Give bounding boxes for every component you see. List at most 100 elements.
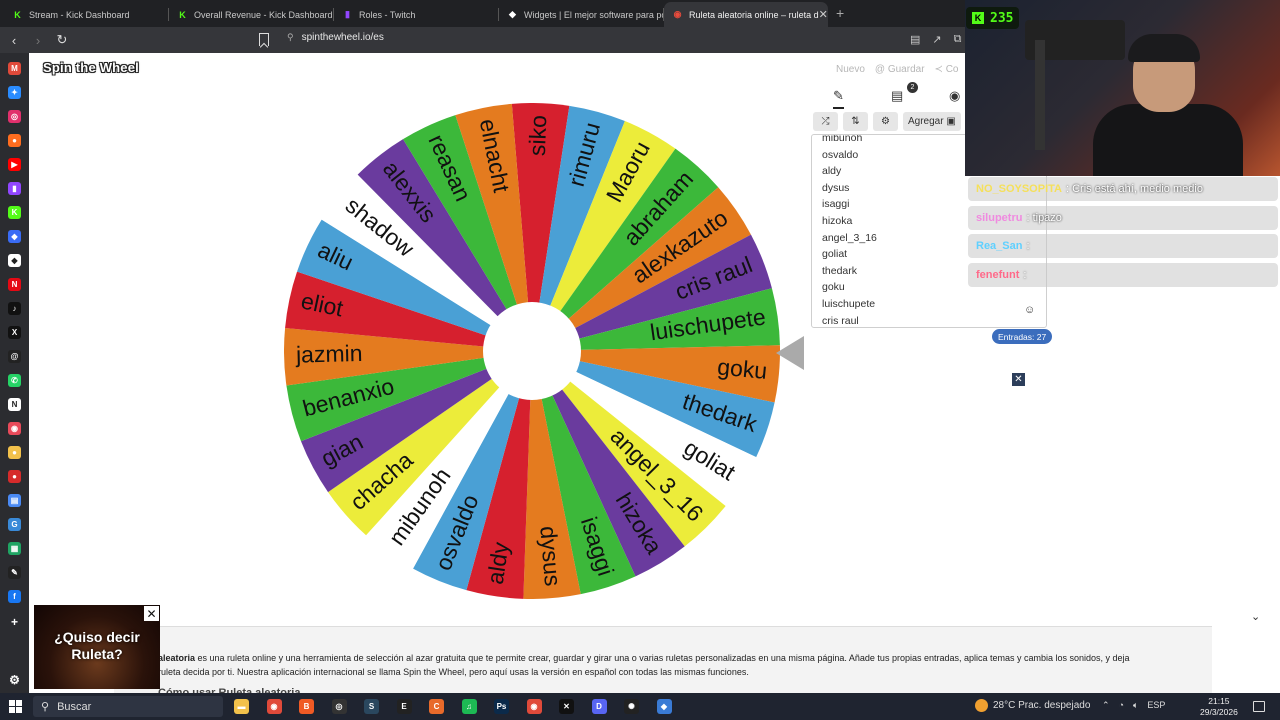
image-icon: ▣ — [946, 116, 956, 127]
discord-icon[interactable]: D — [591, 699, 607, 714]
chat-username: Rea_San — [976, 240, 1023, 252]
share-icon[interactable]: ↗ — [932, 33, 941, 46]
entries-toolbar: ⤮ ⇅ ⚙ Agregar ▣ — [813, 112, 961, 131]
browser-tab[interactable]: K Stream - Kick Dashboard — [4, 2, 169, 27]
streamlabs-icon[interactable]: ◆ — [8, 254, 21, 267]
app-red2-icon[interactable]: ● — [8, 470, 21, 483]
site-logo[interactable]: Spin the Wheel — [43, 60, 139, 75]
reload-button[interactable]: ↻ — [52, 32, 72, 48]
photoshop-icon[interactable]: Ps — [494, 699, 509, 714]
browser-tab[interactable]: ◉ Ruleta aleatoria online – ruleta d ✕ — [664, 2, 828, 27]
app-orange-icon[interactable]: ● — [8, 134, 21, 147]
ad-close-button[interactable]: ✕ — [144, 606, 159, 621]
steam-icon[interactable]: S — [364, 699, 379, 714]
site-info-icon[interactable]: ⚲ — [287, 32, 294, 42]
wheel-graphic[interactable]: siko rimuruMaoruabrahamalexkazutocris rau… — [284, 103, 780, 599]
kick-icon[interactable]: K — [8, 206, 21, 219]
whatsapp-icon[interactable]: ✆ — [8, 374, 21, 387]
notion-icon[interactable]: N — [8, 398, 21, 411]
ad-banner[interactable]: ¿Quiso decir Ruleta? — [34, 605, 160, 689]
app-dark-icon[interactable]: ✎ — [8, 566, 21, 579]
threads-icon[interactable]: @ — [8, 350, 21, 363]
clock[interactable]: 21:15 29/3/2026 — [1200, 696, 1238, 718]
entry-line: luischupete — [822, 298, 876, 310]
chevron-down-icon[interactable]: ⌄ — [1251, 610, 1260, 623]
docs-icon[interactable]: ▤ — [8, 494, 21, 507]
sort-icon: ⇅ — [851, 116, 860, 127]
save-link[interactable]: @ Guardar — [875, 64, 925, 75]
app-red-icon[interactable]: ◉ — [8, 422, 21, 435]
shuffle-icon: ⤮ — [821, 116, 830, 127]
twitch-icon[interactable]: ▮ — [8, 182, 21, 195]
hide-tab-eye-icon[interactable]: ◉ — [949, 88, 960, 104]
entry-line: cris raul — [822, 314, 859, 327]
youtube-icon[interactable]: ▶ — [8, 158, 21, 171]
netflix-icon[interactable]: N — [8, 278, 21, 291]
app-yellow-icon[interactable]: ● — [8, 446, 21, 459]
chrome2-icon[interactable]: ◉ — [526, 699, 542, 714]
weather-widget[interactable]: 28°C Prac. despejado — [975, 699, 1090, 712]
new-tab-button[interactable]: + — [836, 5, 844, 21]
notification-icon[interactable] — [1253, 701, 1265, 712]
entry-line: angel_3_16 — [822, 231, 877, 244]
back-button[interactable]: ‹ — [4, 33, 24, 48]
search-icon: ⚲ — [41, 701, 50, 713]
url-field[interactable]: ⚲ spinthewheel.io/es — [287, 32, 384, 43]
app-orange-icon[interactable]: C — [429, 699, 444, 714]
tiktok-icon[interactable]: ♪ — [8, 302, 21, 315]
gmail-icon[interactable]: M — [8, 62, 21, 75]
chat-message: fenefunt: — [968, 263, 1278, 287]
settings-icon[interactable]: ⚙ — [8, 673, 21, 687]
close-tab-icon[interactable]: ✕ — [819, 8, 828, 21]
add-icon[interactable]: + — [8, 615, 21, 629]
app-blue-icon[interactable]: ◆ — [8, 230, 21, 243]
capcut-icon[interactable]: ✕ — [559, 699, 574, 714]
network-icon[interactable]: ◔ — [1119, 700, 1124, 711]
browser-tab[interactable]: K Overall Revenue - Kick Dashboard — [169, 2, 334, 27]
copy-icon[interactable]: ⧉ — [954, 33, 962, 46]
spotify-icon[interactable]: ♫ — [461, 699, 477, 714]
sort-button[interactable]: ⇅ — [843, 112, 868, 131]
chevron-up-icon[interactable]: ⌃ — [1102, 700, 1110, 711]
advanced-button[interactable]: ⚙ — [873, 112, 898, 131]
edit-tab-pencil-icon[interactable]: ✎ — [833, 88, 844, 109]
browser-tab[interactable]: ◆ Widgets | El mejor software para pot — [499, 2, 664, 27]
language-indicator[interactable]: ESP — [1147, 700, 1165, 711]
wheel-center-button[interactable] — [483, 302, 581, 400]
close-icon[interactable]: ✕ — [1012, 373, 1025, 386]
shuffle-button[interactable]: ⤮ — [813, 112, 838, 131]
file-explorer-icon[interactable]: ▬ — [234, 699, 249, 714]
tab-title: Widgets | El mejor software para pot — [524, 9, 664, 20]
tab-title: Overall Revenue - Kick Dashboard — [194, 9, 333, 20]
emoji-icon[interactable]: ☺ — [1024, 304, 1035, 316]
tab-title: Roles - Twitch — [359, 9, 416, 20]
facebook-icon[interactable]: f — [8, 590, 21, 603]
epic-icon[interactable]: E — [396, 699, 412, 714]
windows-start-icon[interactable] — [9, 700, 22, 713]
messenger-icon[interactable]: ✦ — [8, 86, 21, 99]
instagram-icon[interactable]: ◎ — [8, 110, 21, 123]
save-link-label: Guardar — [887, 64, 925, 75]
app-blue-icon[interactable]: ◆ — [656, 699, 672, 714]
new-link[interactable]: Nuevo — [836, 64, 865, 75]
chrome-icon[interactable]: ◉ — [266, 699, 282, 714]
brave-icon[interactable]: B — [299, 699, 314, 714]
add-image-button[interactable]: Agregar ▣ — [903, 112, 961, 131]
results-tab-clipboard-icon[interactable]: ▤ — [891, 88, 903, 104]
taskbar-search[interactable]: ⚲ Buscar — [33, 696, 223, 717]
gif-icon[interactable]: G — [8, 518, 21, 531]
entry-line: goliat — [822, 248, 848, 261]
forward-button[interactable]: › — [28, 33, 48, 48]
openai-icon[interactable]: ✺ — [624, 699, 639, 714]
obs-icon[interactable]: ◎ — [331, 699, 347, 714]
reader-icon[interactable]: ▤ — [910, 33, 920, 46]
bookmark-icon[interactable] — [259, 33, 269, 46]
spin-wheel[interactable]: siko rimuru Maoru abraham alexkazuto cris rau… — [284, 103, 780, 599]
viewer-count: 235 — [990, 10, 1014, 26]
share-link[interactable]: ≺ Co — [935, 64, 959, 75]
x-icon[interactable]: X — [8, 326, 21, 339]
volume-icon[interactable]: 🔈︎ — [1133, 700, 1138, 711]
sheets-icon[interactable]: ▦ — [8, 542, 21, 555]
browser-tab[interactable]: ▮ Roles - Twitch — [334, 2, 499, 27]
url-text: spinthewheel.io/es — [301, 32, 384, 43]
